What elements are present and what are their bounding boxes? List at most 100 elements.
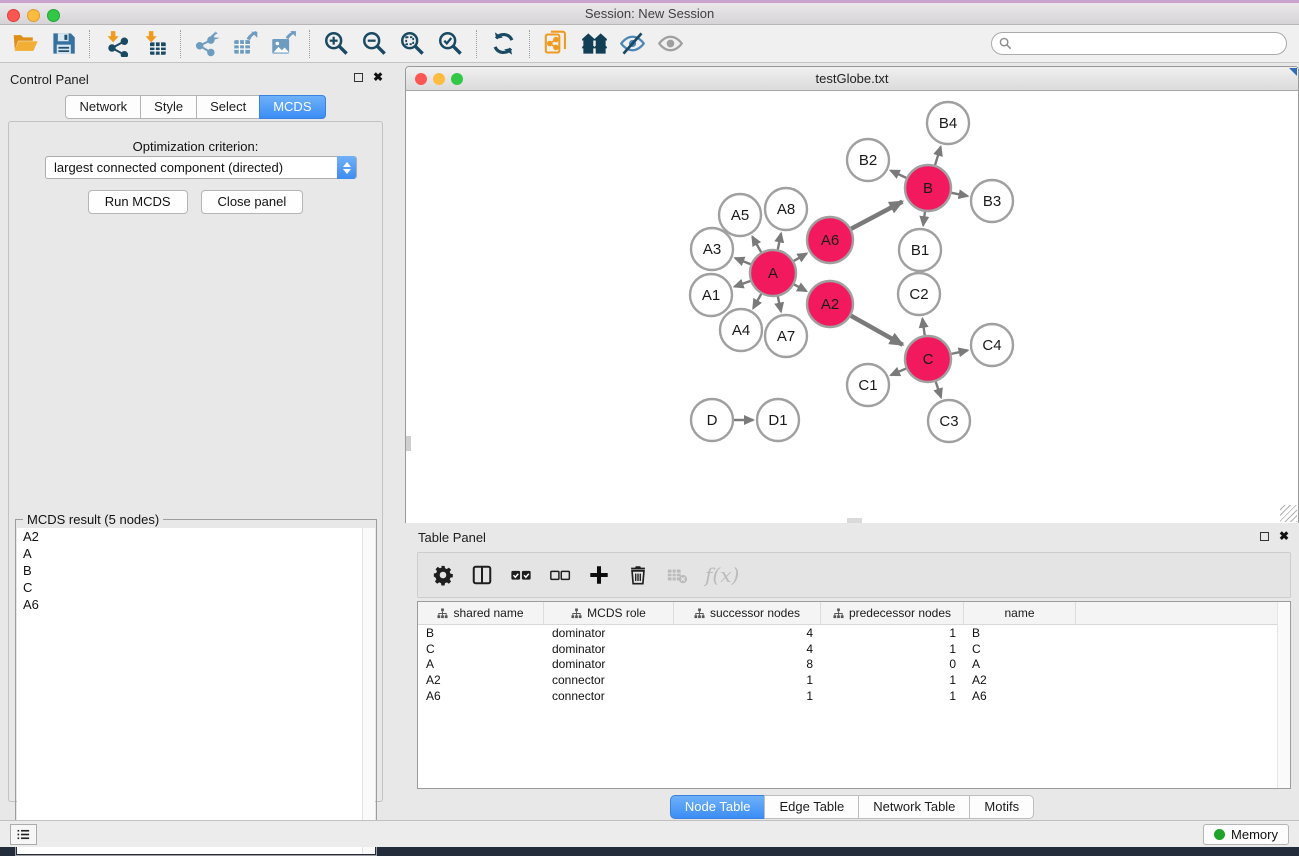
close-panel-button[interactable]: Close panel [201,190,304,214]
tab-node-table[interactable]: Node Table [670,795,766,819]
table-scrollbar[interactable] [1277,602,1290,788]
graph-node-A1[interactable]: A1 [690,274,732,316]
edge-A-A1[interactable] [735,281,751,287]
graph-node-B2[interactable]: B2 [847,139,889,181]
criterion-dropdown[interactable]: largest connected component (directed) [45,156,357,179]
network-window-titlebar[interactable]: testGlobe.txt [406,67,1298,91]
edge-A-A7[interactable] [778,297,781,312]
result-list-item[interactable]: A2 [17,528,363,545]
tab-edge-table[interactable]: Edge Table [764,795,859,819]
canvas-vertical-scroll-thumb[interactable] [406,436,411,451]
zoom-selected-button[interactable] [431,28,469,60]
network-canvas[interactable]: B4 B2 B B3 A8A5 A6 A3 B1 A C2 A1 A2 A4A7 C4 C C1 D D1 C3 [406,91,1298,523]
tab-network[interactable]: Network [65,95,141,119]
table-settings-button[interactable] [426,558,460,592]
table-row[interactable]: A6connector11A6 [418,688,1290,704]
task-history-button[interactable] [10,824,37,845]
edge-A-A5[interactable] [752,237,761,252]
search-input[interactable] [991,32,1287,55]
edge-C-C4[interactable] [951,350,967,354]
graph-node-A7[interactable]: A7 [765,315,807,357]
tab-mcds[interactable]: MCDS [259,95,325,119]
edge-A-A6[interactable] [794,254,807,261]
refresh-button[interactable] [484,28,522,60]
graph-node-A8[interactable]: A8 [765,188,807,230]
graph-node-C1[interactable]: C1 [847,364,889,406]
result-list-item[interactable]: C [17,579,363,596]
clear-checks-button[interactable] [543,558,577,592]
add-column-button[interactable] [582,558,616,592]
table-row[interactable]: A2connector11A2 [418,672,1290,688]
save-session-button[interactable] [44,28,82,60]
graph-node-A2[interactable]: A2 [807,281,853,327]
graph-node-A6[interactable]: A6 [807,217,853,263]
edge-A2-C[interactable] [851,316,903,345]
memory-button[interactable]: Memory [1203,824,1289,845]
result-list-item[interactable]: A6 [17,596,363,613]
edge-A-A3[interactable] [735,258,750,264]
tab-motifs[interactable]: Motifs [969,795,1034,819]
select-checks-button[interactable] [504,558,538,592]
column-header-name[interactable]: name [964,602,1076,624]
export-table-button[interactable] [226,28,264,60]
graph-node-A3[interactable]: A3 [691,228,733,270]
zoom-in-button[interactable] [317,28,355,60]
graph-node-A[interactable]: A [750,250,796,296]
column-header-shared-name[interactable]: shared name [418,602,544,624]
delete-column-button[interactable] [621,558,655,592]
graph-node-A5[interactable]: A5 [719,194,761,236]
float-panel-icon[interactable] [354,73,363,82]
column-visibility-button[interactable] [465,558,499,592]
edge-A6-B[interactable] [851,202,902,229]
edge-A-A2[interactable] [794,284,806,291]
hide-selected-button[interactable] [613,28,651,60]
edge-B-B4[interactable] [935,147,941,165]
new-network-from-selection-button[interactable] [537,28,575,60]
edge-A-A4[interactable] [753,294,761,308]
zoom-fit-button[interactable] [393,28,431,60]
import-table-button[interactable] [135,28,173,60]
edge-C-C1[interactable] [891,369,906,376]
graph-node-C[interactable]: C [905,336,951,382]
edge-B-B1[interactable] [923,212,925,225]
table-row[interactable]: Bdominator41B [418,625,1290,641]
column-header-predecessor-nodes[interactable]: predecessor nodes [821,602,964,624]
column-header-successor-nodes[interactable]: successor nodes [674,602,821,624]
graph-node-D[interactable]: D [691,399,733,441]
export-network-button[interactable] [188,28,226,60]
open-file-button[interactable] [6,28,44,60]
close-panel-icon[interactable]: ✖ [373,72,383,82]
result-list-item[interactable]: B [17,562,363,579]
edge-C-C3[interactable] [936,382,941,398]
result-list-item[interactable]: A [17,545,363,562]
edge-B-B2[interactable] [891,171,907,178]
float-table-panel-icon[interactable] [1260,532,1269,541]
edge-B-B3[interactable] [952,193,968,196]
graph-node-D1[interactable]: D1 [757,399,799,441]
result-list-scrollbar[interactable] [362,528,375,854]
edge-C-C2[interactable] [922,319,924,335]
import-network-button[interactable] [97,28,135,60]
column-header-MCDS-role[interactable]: MCDS role [544,602,674,624]
graph-node-B1[interactable]: B1 [899,229,941,271]
table-row[interactable]: Adominator80A [418,657,1290,673]
tab-style[interactable]: Style [140,95,197,119]
graph-node-C4[interactable]: C4 [971,324,1013,366]
show-all-button[interactable] [651,28,689,60]
graph-node-B4[interactable]: B4 [927,102,969,144]
zoom-out-button[interactable] [355,28,393,60]
graph-node-C3[interactable]: C3 [928,400,970,442]
tab-select[interactable]: Select [196,95,260,119]
graph-node-B[interactable]: B [905,165,951,211]
export-image-button[interactable] [264,28,302,60]
tab-network-table[interactable]: Network Table [858,795,970,819]
home-views-button[interactable] [575,28,613,60]
graph-node-A4[interactable]: A4 [720,309,762,351]
window-resize-grip[interactable] [1280,505,1297,522]
graph-node-B3[interactable]: B3 [971,180,1013,222]
edge-A-A8[interactable] [778,233,781,249]
table-row[interactable]: Cdominator41C [418,641,1290,657]
run-mcds-button[interactable]: Run MCDS [88,190,188,214]
close-table-panel-icon[interactable]: ✖ [1279,531,1289,541]
graph-node-C2[interactable]: C2 [898,273,940,315]
